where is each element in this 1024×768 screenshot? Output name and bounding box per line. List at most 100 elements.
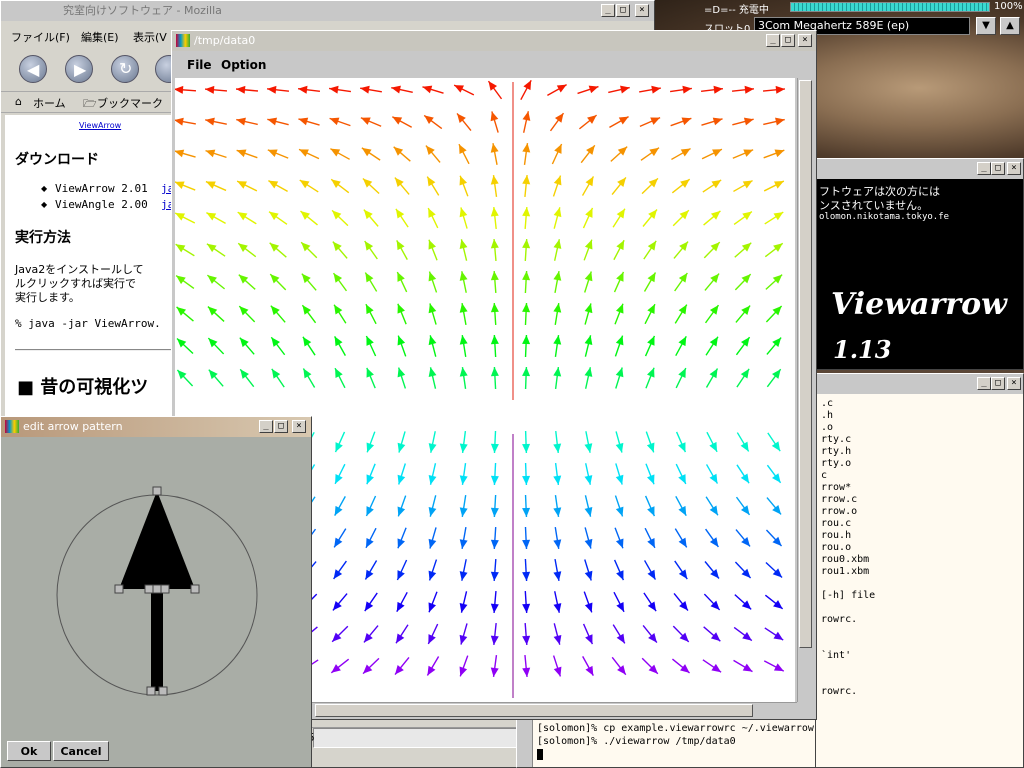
viewer-close-button[interactable]: × [798,34,812,47]
viewer-maximize-button[interactable]: □ [781,34,795,47]
vector-arrow [175,274,195,290]
control-handle[interactable] [152,584,162,594]
vector-arrow [765,274,783,290]
vector-arrow [298,117,320,126]
vector-arrow [700,85,724,94]
menu-edit[interactable]: 編集(E) [81,29,119,45]
vector-arrow [236,180,258,192]
splash-close-button[interactable]: × [1007,162,1021,175]
bullet-icon: ◆ [41,200,48,209]
vector-arrow [490,111,499,133]
vector-arrow [522,143,531,165]
file-list-minimize-button[interactable]: _ [977,377,991,390]
file-list-maximize-button[interactable]: □ [991,377,1005,390]
viewer-vscroll-thumb[interactable] [799,80,812,648]
vector-arrow [459,239,468,261]
control-handle[interactable] [114,584,124,594]
vector-arrow [670,85,692,94]
browser-titlebar[interactable]: 究室向けソフトウェア - Mozilla [1,1,654,21]
vector-arrow [553,559,562,581]
vector-arrow [266,85,290,94]
home-link[interactable]: ホーム [33,95,66,111]
viewer-titlebar[interactable]: /tmp/data0 [172,31,816,51]
vector-arrow [613,559,625,581]
viewer-vscrollbar[interactable] [797,78,813,702]
vector-arrow [645,431,655,453]
viewer-minimize-button[interactable]: _ [766,34,780,47]
control-handle[interactable] [160,584,170,594]
edit-arrow-close-button[interactable]: × [292,420,306,433]
browser-minimize-button[interactable]: _ [601,4,615,17]
menu-file[interactable]: ファイル(F) [11,29,70,45]
vector-arrow [584,527,593,549]
vector-arrow [334,431,346,453]
ok-button[interactable]: Ok [7,741,51,761]
forward-button[interactable]: ▶ [65,55,93,83]
vector-arrow [643,272,657,292]
file-list-close-button[interactable]: × [1007,377,1021,390]
vector-arrow [428,271,438,293]
reload-button[interactable]: ↻ [111,55,139,83]
vector-arrow [362,178,380,194]
vector-arrow [580,144,596,164]
viewer-menu-file[interactable]: File [187,58,212,72]
menu-view[interactable]: 表示(V [133,29,167,45]
slot-eject-button[interactable]: ▼ [976,17,996,35]
slot-menu-button[interactable]: ▲ [1000,17,1020,35]
vector-arrow [459,367,468,389]
splash-minimize-button[interactable]: _ [977,162,991,175]
arrow-pattern-canvas[interactable] [5,441,307,741]
control-handle[interactable] [144,584,154,594]
control-handle[interactable] [158,686,168,696]
vector-arrow [175,85,197,94]
bookmarks-link[interactable]: ブックマーク [97,95,163,111]
vector-arrow [733,210,753,226]
battery-fill [791,3,989,11]
edit-arrow-minimize-button[interactable]: _ [259,420,273,433]
vector-arrow [302,336,316,356]
splash-maximize-button[interactable]: □ [991,162,1005,175]
vector-arrow [459,495,468,517]
vector-arrow [731,85,755,94]
vector-arrow [239,337,255,355]
vector-arrow [330,148,350,160]
cancel-button[interactable]: Cancel [53,741,109,761]
viewarrow-link[interactable]: ViewArrow [79,121,121,130]
viewer-title: /tmp/data0 [194,34,256,47]
control-handle[interactable] [152,486,162,496]
edit-arrow-maximize-button[interactable]: □ [274,420,288,433]
back-button[interactable]: ◀ [19,55,47,83]
control-handle[interactable] [146,686,156,696]
vector-arrow [641,657,659,675]
browser-close-button[interactable]: × [635,4,649,17]
reload-icon: ↻ [119,59,133,78]
arrow-pattern-shaft[interactable] [151,589,163,691]
splash-version: 1.13 [833,335,892,364]
vector-arrow [422,85,444,94]
vector-arrow [330,178,350,194]
vector-arrow [522,558,531,582]
vector-arrow [395,624,409,644]
viewer-menu-option[interactable]: Option [221,58,266,72]
vector-arrow [611,177,627,195]
vector-arrow [397,463,407,485]
file-list-item: rrow* [821,482,852,493]
vector-arrow [553,591,562,613]
vector-arrow [767,432,781,452]
vector-arrow [733,626,753,642]
terminal-scrollbar[interactable] [517,719,533,767]
browser-maximize-button[interactable]: □ [616,4,630,17]
control-handle[interactable] [190,584,200,594]
vector-arrow [301,304,317,324]
viewer-hscroll-thumb[interactable] [315,704,753,717]
vector-arrow [615,463,624,485]
vector-arrow [705,464,719,484]
file-list-item: .h [821,410,834,421]
vector-arrow [426,656,440,676]
vector-arrow [206,212,226,224]
vector-arrow [582,207,594,229]
vector-arrow [701,148,723,160]
arrow-pattern-head[interactable] [119,491,195,589]
vector-arrow [553,430,562,454]
vector-arrow [522,430,531,454]
